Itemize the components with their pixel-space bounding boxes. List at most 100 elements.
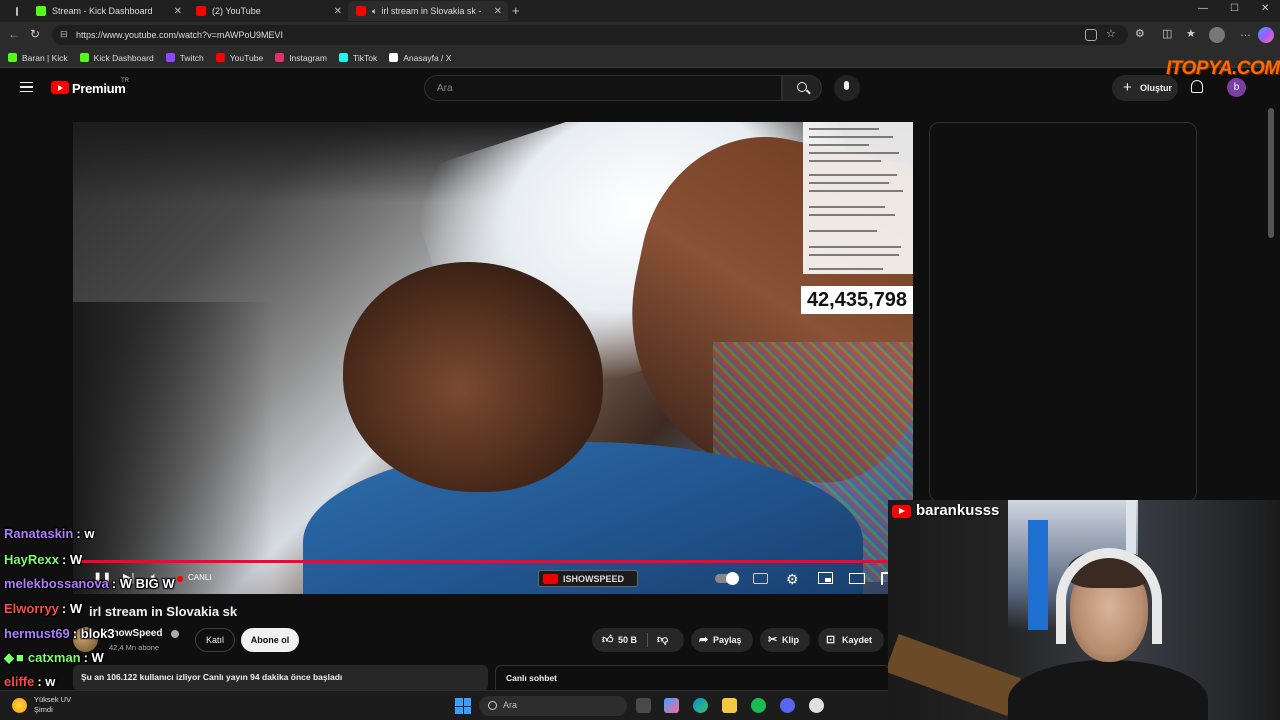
- page-scrollbar[interactable]: [1268, 108, 1274, 238]
- favorites-icon[interactable]: ★: [1186, 27, 1196, 40]
- live-dot-icon: [177, 576, 183, 582]
- close-tab-icon[interactable]: ✕: [174, 6, 182, 17]
- task-view-icon[interactable]: [636, 698, 651, 713]
- tab-youtube-video[interactable]: 🔈︎ irl stream in Slovakia sk - You ✕: [348, 1, 508, 21]
- chat-line: [809, 206, 885, 208]
- channel-watermark[interactable]: ISHOWSPEED: [538, 570, 638, 587]
- more-menu-icon[interactable]: …: [1240, 27, 1251, 39]
- bookmark-label: Twitch: [179, 52, 204, 63]
- voice-search-icon[interactable]: [834, 75, 860, 101]
- bookmark-icon: ⊡: [826, 634, 836, 646]
- account-avatar[interactable]: b: [1227, 78, 1246, 97]
- taskbar-search-input[interactable]: Ara: [479, 696, 627, 716]
- bookmark-instagram[interactable]: Instagram: [275, 53, 327, 63]
- notifications-bell-icon[interactable]: [1191, 80, 1203, 93]
- bookmark-x[interactable]: Anasayfa / X: [389, 53, 451, 63]
- tab-title: irl stream in Slovakia sk - You: [381, 6, 482, 16]
- chat-text: : blok3: [72, 626, 115, 641]
- subtitles-icon[interactable]: [753, 573, 768, 584]
- bookmark-twitch[interactable]: Twitch: [165, 52, 204, 63]
- save-button[interactable]: ⊡ Kaydet: [818, 628, 884, 652]
- clip-button[interactable]: ✂ Klip: [760, 628, 810, 652]
- theater-mode-icon[interactable]: [849, 573, 865, 584]
- badge-icon: ■: [16, 650, 24, 665]
- chat-username: Ranataskin: [4, 526, 74, 541]
- settings-gear-icon[interactable]: ⚙: [786, 571, 799, 588]
- join-button[interactable]: Katıl: [195, 628, 235, 652]
- bookmark-baran-kick[interactable]: Baran | Kick: [8, 53, 68, 63]
- bookmark-youtube[interactable]: YouTube: [215, 53, 263, 63]
- chat-line: [809, 182, 889, 184]
- app-available-icon[interactable]: [1085, 29, 1097, 41]
- chat-line: [809, 230, 877, 232]
- spotify-icon[interactable]: [751, 698, 766, 713]
- start-menu-icon[interactable]: [455, 698, 471, 714]
- site-info-icon[interactable]: ⊟: [60, 29, 68, 40]
- subscriber-counter: 42,435,798: [801, 286, 913, 314]
- youtube-logo-icon[interactable]: [51, 81, 69, 94]
- chat-line: [809, 128, 879, 130]
- favorite-star-icon[interactable]: ☆: [1106, 27, 1116, 40]
- weather-icon[interactable]: [12, 698, 27, 713]
- close-window-icon[interactable]: ✕: [1261, 3, 1269, 14]
- chrome-icon[interactable]: [809, 698, 824, 713]
- browser-profile-avatar[interactable]: [1209, 27, 1225, 43]
- subscribe-button[interactable]: Abone ol: [241, 628, 299, 652]
- share-button[interactable]: ➦ Paylaş: [691, 628, 753, 652]
- split-screen-icon[interactable]: ◫: [1162, 27, 1172, 40]
- youtube-header: Premium TR Ara Oluştur b: [0, 68, 1280, 108]
- speaker-icon[interactable]: 🔈︎: [372, 6, 377, 17]
- like-count[interactable]: 50 B: [618, 628, 637, 652]
- video-player[interactable]: 42,435,798 ❚❚ ▶| 🔈︎ CANLI ISHOWSPEED ⚙: [73, 122, 913, 594]
- viewer-info[interactable]: Şu an 106.122 kullanıcı izliyor Canlı ya…: [73, 665, 488, 691]
- tab-title: (2) YouTube: [212, 6, 261, 16]
- new-tab-icon[interactable]: +: [512, 3, 520, 18]
- tab-kick-dashboard[interactable]: Stream - Kick Dashboard ✕: [28, 1, 188, 21]
- copilot-taskbar-icon[interactable]: [664, 698, 679, 713]
- tab-actions-icon[interactable]: [8, 1, 24, 21]
- share-label: Paylaş: [713, 635, 742, 645]
- file-explorer-icon[interactable]: [722, 698, 737, 713]
- edge-icon[interactable]: [693, 698, 708, 713]
- chat-line: [809, 174, 897, 176]
- chat-line: [809, 254, 899, 256]
- miniplayer-icon[interactable]: [818, 572, 833, 584]
- chat-message: hermust69: blok3: [4, 626, 115, 641]
- menu-icon[interactable]: [20, 82, 33, 92]
- close-tab-icon[interactable]: ✕: [334, 6, 342, 17]
- chat-text: : w: [37, 674, 56, 689]
- x-icon: [389, 53, 399, 62]
- copilot-icon[interactable]: [1258, 27, 1274, 43]
- address-bar[interactable]: ⊟ https://www.youtube.com/watch?v=mAWPoU…: [52, 25, 1128, 45]
- chat-text: : W: [83, 650, 104, 665]
- weather-status[interactable]: Yüksek UV: [34, 695, 71, 704]
- back-icon[interactable]: ←: [8, 27, 20, 41]
- maximize-icon[interactable]: ☐: [1230, 3, 1239, 14]
- dislike-icon[interactable]: 👎︎: [657, 628, 668, 652]
- discord-icon[interactable]: [780, 698, 795, 713]
- minimize-icon[interactable]: —: [1198, 3, 1208, 14]
- bookmark-kick-dashboard[interactable]: Kick Dashboard: [79, 53, 154, 63]
- like-icon[interactable]: 👍︎: [602, 628, 614, 652]
- extensions-icon[interactable]: ⚙: [1135, 27, 1145, 40]
- reload-icon[interactable]: ↻: [30, 27, 40, 41]
- chat-message: eliffe: w: [4, 674, 55, 689]
- autoplay-toggle[interactable]: [715, 572, 739, 585]
- tab-title: Stream - Kick Dashboard: [52, 6, 153, 16]
- youtube-premium-logo[interactable]: Premium: [72, 81, 126, 96]
- kick-icon: [79, 53, 89, 62]
- live-progress-bar[interactable]: [73, 560, 888, 563]
- chat-username: Elworryy: [4, 601, 59, 616]
- bookmark-label: Baran | Kick: [22, 52, 68, 63]
- search-input[interactable]: Ara: [424, 75, 782, 101]
- youtube-icon: [215, 53, 225, 62]
- tab-youtube-home[interactable]: (2) YouTube ✕: [188, 1, 348, 21]
- weather-time[interactable]: Şimdi: [34, 705, 53, 714]
- live-label[interactable]: CANLI: [188, 573, 212, 582]
- bookmark-label: TikTok: [352, 52, 378, 63]
- video-title: irl stream in Slovakia sk: [89, 604, 238, 619]
- search-button[interactable]: [782, 75, 822, 101]
- bookmark-tiktok[interactable]: TikTok: [338, 52, 378, 63]
- chat-text: : W: [61, 601, 83, 616]
- close-tab-icon[interactable]: ✕: [494, 6, 502, 17]
